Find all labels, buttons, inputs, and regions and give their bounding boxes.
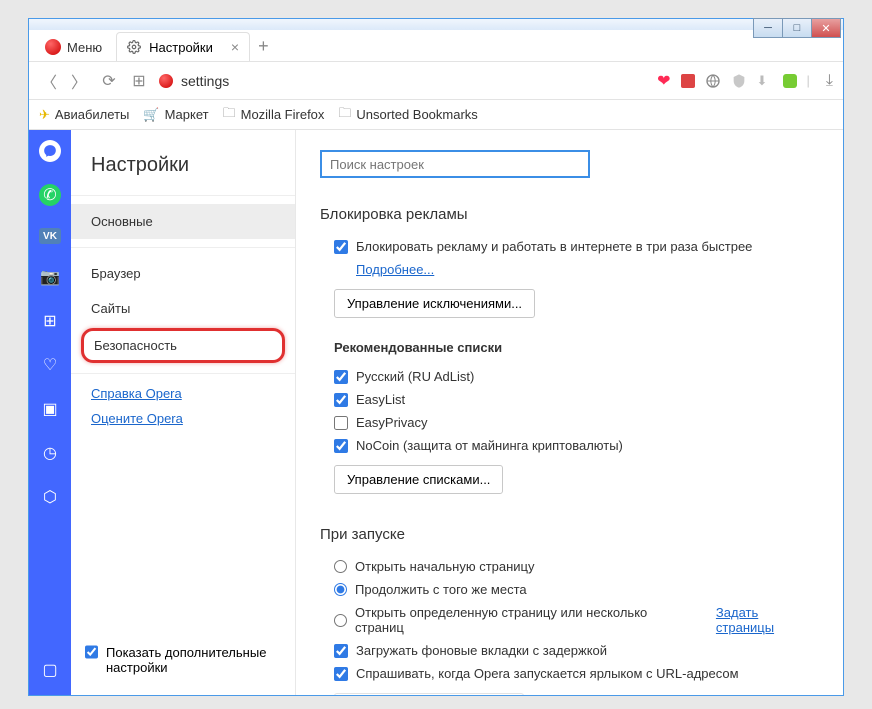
sidebar-item-basic[interactable]: Основные: [71, 204, 295, 239]
gear-icon: [127, 40, 141, 54]
rate-link[interactable]: Оцените Opera: [91, 411, 275, 426]
settings-sidebar: Настройки Основные Браузер Сайты Безопас…: [71, 130, 296, 695]
tab-settings[interactable]: Настройки ×: [116, 32, 250, 61]
startup-specific-radio[interactable]: [334, 614, 347, 627]
new-tab-button[interactable]: +: [250, 32, 277, 61]
minimize-button[interactable]: ─: [753, 18, 783, 38]
heart-icon[interactable]: ❤: [657, 71, 670, 91]
camera-icon[interactable]: 📷: [39, 266, 61, 288]
news-icon[interactable]: ▣: [39, 398, 61, 420]
manage-exceptions-button[interactable]: Управление исключениями...: [334, 289, 535, 318]
list-easyprivacy-checkbox[interactable]: [334, 416, 348, 430]
package-icon[interactable]: ⬡: [39, 486, 61, 508]
tab-title: Настройки: [149, 40, 213, 55]
close-button[interactable]: ✕: [811, 18, 841, 38]
extension-icon[interactable]: [705, 73, 721, 89]
sidebar-toggle-icon[interactable]: ▢: [39, 659, 61, 681]
window-titlebar: ─ □ ✕: [29, 18, 843, 30]
set-pages-link[interactable]: Задать страницы: [716, 605, 819, 635]
adblock-enable-label: Блокировать рекламу и работать в интерне…: [356, 239, 752, 254]
ask-shortcut-checkbox[interactable]: [334, 667, 348, 681]
messenger-icon[interactable]: [39, 140, 61, 162]
extension-icon[interactable]: [783, 74, 797, 88]
list-nocoin-checkbox[interactable]: [334, 439, 348, 453]
heart-outline-icon[interactable]: ♡: [39, 354, 61, 376]
browser-window: ─ □ ✕ O Меню Настройки × + 〈 〉 ⟳ ⊞ O ❤ ⬇: [28, 18, 844, 696]
advanced-label: Показать дополнительные настройки: [106, 645, 281, 675]
vk-icon[interactable]: VK: [39, 228, 61, 244]
settings-main: Блокировка рекламы Блокировать рекламу и…: [296, 130, 843, 695]
speeddial-icon[interactable]: ⊞: [129, 71, 149, 91]
adblock-enable-checkbox[interactable]: [334, 240, 348, 254]
whatsapp-icon[interactable]: ✆: [39, 184, 61, 206]
extension-icon[interactable]: ⬇: [757, 73, 773, 89]
clock-icon[interactable]: ◷: [39, 442, 61, 464]
tab-close-icon[interactable]: ×: [231, 39, 239, 55]
menu-label: Меню: [67, 40, 102, 55]
bookmark-avia[interactable]: ✈Авиабилеты: [39, 107, 129, 123]
window-controls: ─ □ ✕: [754, 18, 841, 38]
opera-menu-button[interactable]: O Меню: [35, 33, 112, 61]
startup-manage-exceptions-button[interactable]: Управление исключениями: [334, 693, 524, 695]
opera-logo-icon: O: [45, 39, 61, 55]
address-bar: 〈 〉 ⟳ ⊞ O ❤ ⬇ | ⤓: [29, 62, 843, 100]
extension-icon[interactable]: [731, 73, 747, 89]
page-title: Настройки: [71, 154, 295, 195]
side-rail: ✆ VK 📷 ⊞ ♡ ▣ ◷ ⬡ ▢: [29, 130, 71, 695]
back-button[interactable]: 〈: [39, 71, 59, 91]
bookmarks-bar: ✈Авиабилеты 🛒Маркет 🗀Mozilla Firefox 🗀Un…: [29, 100, 843, 130]
extension-icon[interactable]: [681, 74, 695, 88]
advanced-checkbox[interactable]: [85, 645, 98, 659]
sidebar-item-browser[interactable]: Браузер: [71, 256, 295, 291]
tab-strip: O Меню Настройки × +: [29, 30, 843, 62]
list-ru-checkbox[interactable]: [334, 370, 348, 384]
startup-openstart-radio[interactable]: [334, 560, 347, 573]
address-input[interactable]: [181, 73, 649, 89]
opera-logo-icon: O: [159, 74, 173, 88]
help-link[interactable]: Справка Opera: [91, 386, 275, 401]
bookmark-firefox[interactable]: 🗀Mozilla Firefox: [223, 104, 325, 126]
delayed-tabs-checkbox[interactable]: [334, 644, 348, 658]
grid-icon[interactable]: ⊞: [39, 310, 61, 332]
sidebar-item-sites[interactable]: Сайты: [71, 291, 295, 326]
maximize-button[interactable]: □: [782, 18, 812, 38]
advanced-toggle[interactable]: Показать дополнительные настройки: [71, 633, 295, 695]
adblock-heading: Блокировка рекламы: [320, 206, 819, 223]
downloads-icon[interactable]: ⤓: [826, 72, 833, 90]
sidebar-item-security[interactable]: Безопасность: [81, 328, 285, 363]
startup-continue-radio[interactable]: [334, 583, 347, 596]
bookmark-market[interactable]: 🛒Маркет: [143, 107, 208, 123]
adblock-more-link[interactable]: Подробнее...: [356, 262, 434, 277]
search-input[interactable]: [320, 150, 590, 178]
forward-button[interactable]: 〉: [69, 71, 89, 91]
reload-button[interactable]: ⟳: [99, 71, 119, 91]
list-easylist-checkbox[interactable]: [334, 393, 348, 407]
bookmark-unsorted[interactable]: 🗀Unsorted Bookmarks: [338, 104, 477, 126]
manage-lists-button[interactable]: Управление списками...: [334, 465, 503, 494]
startup-heading: При запуске: [320, 526, 819, 543]
lists-heading: Рекомендованные списки: [320, 340, 819, 355]
